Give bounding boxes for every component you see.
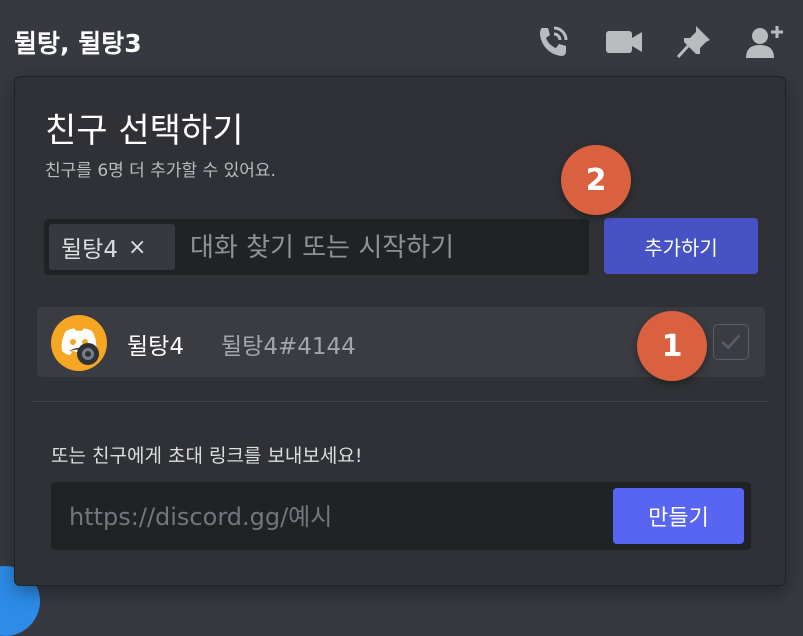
friend-display-name: 뒬탕4: [127, 334, 184, 360]
call-icon[interactable]: [534, 24, 574, 60]
video-icon[interactable]: [604, 24, 644, 60]
invite-label: 또는 친구에게 초대 링크를 보내보세요!: [51, 445, 363, 467]
avatar: [51, 315, 107, 371]
divider: [31, 401, 767, 402]
chip-remove-icon[interactable]: ×: [128, 235, 146, 260]
pin-icon[interactable]: [674, 24, 714, 60]
checkmark-icon: [721, 334, 741, 350]
friend-tag: 뒬탕4#4144: [221, 334, 356, 360]
channel-header: 뒬탕, 뒬탕3: [0, 0, 803, 84]
chip-label: 뒬탕4: [61, 237, 118, 263]
create-link-button[interactable]: 만들기: [613, 488, 744, 544]
popup-title: 친구 선택하기: [45, 111, 244, 151]
annotation-marker-1: 1: [637, 311, 707, 381]
invite-link-input[interactable]: [67, 494, 591, 540]
search-input[interactable]: [188, 225, 582, 271]
selected-friend-chip[interactable]: 뒬탕4 ×: [49, 224, 175, 270]
add-button[interactable]: 추가하기: [604, 218, 758, 274]
add-member-icon[interactable]: [744, 24, 784, 60]
invite-link-box: 만들기: [51, 482, 751, 550]
channel-title: 뒬탕, 뒬탕3: [14, 29, 142, 58]
popup-subtitle: 친구를 6명 더 추가할 수 있어요.: [45, 161, 276, 181]
offline-status-icon: [77, 343, 99, 365]
friend-search-box[interactable]: 뒬탕4 ×: [44, 219, 589, 275]
friend-checkbox[interactable]: [713, 324, 749, 360]
annotation-marker-2: 2: [561, 145, 631, 215]
